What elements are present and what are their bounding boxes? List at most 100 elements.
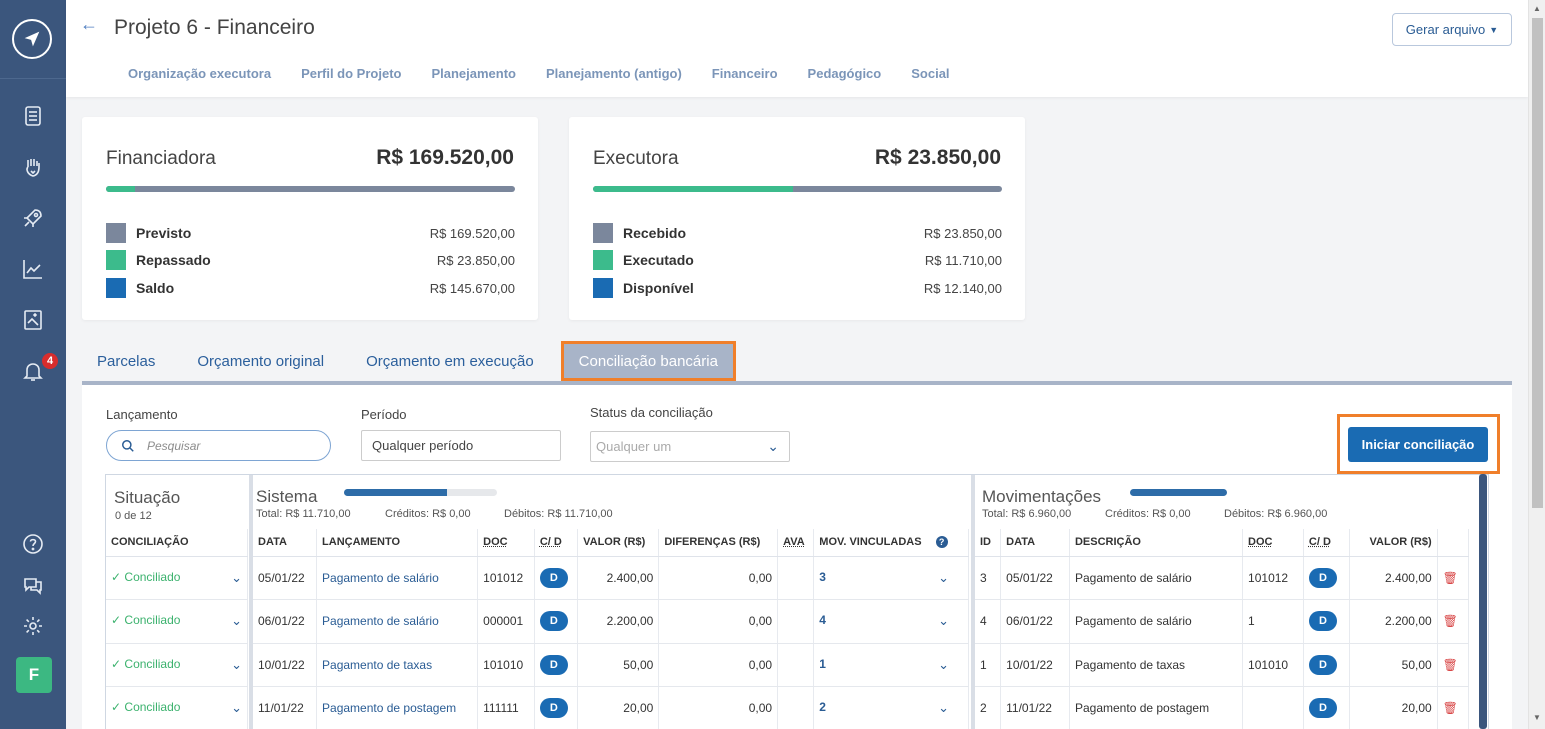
cell-data: 10/01/22 (253, 643, 318, 687)
progress-fill (593, 186, 794, 192)
conciliation-tables: Situação 0 de 12 CONCILIAÇÃO ✓ Conciliad… (105, 474, 1489, 729)
col-doc: DOC (1242, 529, 1304, 557)
cell-diferenca: 0,00 (658, 686, 779, 729)
status-select[interactable]: Qualquer um ⌄ (590, 431, 790, 462)
col-mov-vinculadas: MOV. VINCULADAS? (813, 529, 969, 557)
cell-lancamento[interactable]: Pagamento de salário (316, 556, 479, 600)
settings-gear-icon[interactable] (19, 612, 47, 640)
cd-badge: D (1308, 611, 1337, 632)
cell-ava (777, 556, 815, 600)
col-ava: AVA (777, 529, 815, 557)
finance-tabs: Parcelas Orçamento original Orçamento em… (82, 341, 748, 383)
legend-label: Executado (623, 252, 694, 268)
nav-financeiro[interactable]: Financeiro (712, 66, 778, 81)
chevron-down-icon[interactable]: ⌄ (231, 657, 242, 673)
scroll-down-icon[interactable]: ▼ (1533, 713, 1541, 722)
nav-planejamento-antigo[interactable]: Planejamento (antigo) (546, 66, 682, 81)
chevron-down-icon[interactable]: ⌄ (938, 657, 949, 673)
cell-doc: 111111 (477, 686, 535, 729)
chevron-down-icon[interactable]: ⌄ (231, 570, 242, 586)
status-conciliado: Conciliado (124, 569, 181, 584)
image-book-icon[interactable] (19, 306, 47, 334)
trash-icon[interactable]: 🗑 (1443, 701, 1458, 715)
cell-valor: 2.400,00 (1349, 556, 1438, 600)
movimentacoes-title: Movimentações (982, 487, 1102, 506)
cell-valor: 20,00 (577, 686, 660, 729)
situacao-title: Situação (114, 488, 181, 507)
tab-orcamento-original[interactable]: Orçamento original (182, 341, 340, 381)
cd-badge: D (1308, 698, 1337, 719)
card-title: Executora (593, 148, 679, 169)
legend-row-executado: Executado R$ 11.710,00 (593, 250, 1002, 270)
trash-icon[interactable]: 🗑 (1443, 571, 1458, 585)
app-logo-icon[interactable] (12, 19, 52, 59)
sistema-debitos: Débitos: R$ 11.710,00 (504, 508, 613, 520)
cell-id: 4 (975, 599, 1002, 644)
chart-trend-icon[interactable] (19, 255, 47, 283)
tab-conciliacao-bancaria[interactable]: Conciliação bancária (560, 341, 736, 381)
cell-lancamento[interactable]: Pagamento de postagem (316, 686, 479, 729)
col-valor: VALOR (R$) (577, 529, 660, 557)
chevron-down-icon[interactable]: ⌄ (231, 700, 242, 716)
legend-swatch (106, 278, 126, 298)
start-conciliation-button[interactable]: Iniciar conciliação (1348, 427, 1488, 462)
cell-lancamento[interactable]: Pagamento de salário (316, 599, 479, 644)
generate-file-label: Gerar arquivo (1405, 22, 1486, 37)
generate-file-button[interactable]: Gerar arquivo ▼ (1392, 13, 1512, 46)
legend-value: R$ 12.140,00 (923, 280, 1002, 296)
search-icon (122, 439, 134, 452)
tab-parcelas[interactable]: Parcelas (82, 341, 171, 381)
cell-valor: 2.200,00 (577, 599, 660, 644)
search-input[interactable]: Pesquisar (106, 430, 331, 461)
cell-data: 06/01/22 (253, 599, 318, 644)
cell-data: 05/01/22 (253, 556, 318, 600)
back-arrow-icon[interactable]: ← (80, 14, 98, 35)
rocket-icon[interactable] (19, 204, 47, 232)
nav-organizacao-executora[interactable]: Organização executora (128, 66, 271, 81)
status-select-value: Qualquer um (596, 439, 672, 454)
chevron-down-icon[interactable]: ⌄ (231, 613, 242, 629)
table-row: ✓ Conciliado ⌄ (106, 643, 248, 687)
cell-valor: 20,00 (1349, 686, 1438, 729)
situacao-count: 0 de 12 (115, 510, 152, 522)
table-row: ✓ Conciliado ⌄ (106, 556, 248, 600)
trash-icon[interactable]: 🗑 (1443, 658, 1458, 672)
cell-doc (1242, 686, 1304, 729)
cell-descricao: Pagamento de salário (1069, 599, 1244, 644)
scrollbar-thumb[interactable] (1532, 18, 1543, 508)
cell-diferenca: 0,00 (658, 556, 779, 600)
nav-planejamento[interactable]: Planejamento (431, 66, 516, 81)
period-field[interactable]: Qualquer período (361, 430, 561, 461)
chat-icon[interactable] (19, 571, 47, 599)
help-icon[interactable] (19, 530, 47, 558)
legend-value: R$ 23.850,00 (923, 225, 1002, 241)
cell-id: 2 (975, 686, 1002, 729)
legend-value: R$ 169.520,00 (429, 225, 515, 241)
cell-data: 11/01/22 (253, 686, 318, 729)
help-icon[interactable]: ? (935, 536, 948, 549)
hand-heart-icon[interactable] (19, 153, 47, 181)
trash-icon[interactable]: 🗑 (1443, 614, 1458, 628)
nav-perfil-projeto[interactable]: Perfil do Projeto (301, 66, 401, 81)
cell-lancamento[interactable]: Pagamento de taxas (316, 643, 479, 687)
table-scrollbar[interactable] (1479, 474, 1487, 729)
col-valor: VALOR (R$) (1349, 529, 1438, 557)
legend-value: R$ 145.670,00 (429, 280, 515, 296)
legend-label: Disponível (623, 280, 694, 296)
cell-doc: 000001 (477, 599, 535, 644)
chevron-down-icon[interactable]: ⌄ (938, 570, 949, 586)
nav-pedagogico[interactable]: Pedagógico (808, 66, 882, 81)
scroll-up-icon[interactable]: ▲ (1533, 4, 1541, 13)
tab-orcamento-execucao[interactable]: Orçamento em execução (351, 341, 549, 381)
legend-value: R$ 23.850,00 (436, 252, 515, 268)
user-avatar[interactable]: F (16, 657, 52, 693)
document-icon[interactable] (19, 102, 47, 130)
chevron-down-icon[interactable]: ⌄ (938, 700, 949, 716)
chevron-down-icon[interactable]: ⌄ (938, 613, 949, 629)
status-conciliado: Conciliado (124, 613, 181, 628)
cd-badge: D (539, 654, 568, 675)
col-lancamento: LANÇAMENTO (316, 529, 479, 557)
nav-social[interactable]: Social (911, 66, 949, 81)
cell-mov-count: 3 (819, 569, 826, 584)
page-scrollbar[interactable]: ▲ ▼ (1528, 0, 1545, 729)
